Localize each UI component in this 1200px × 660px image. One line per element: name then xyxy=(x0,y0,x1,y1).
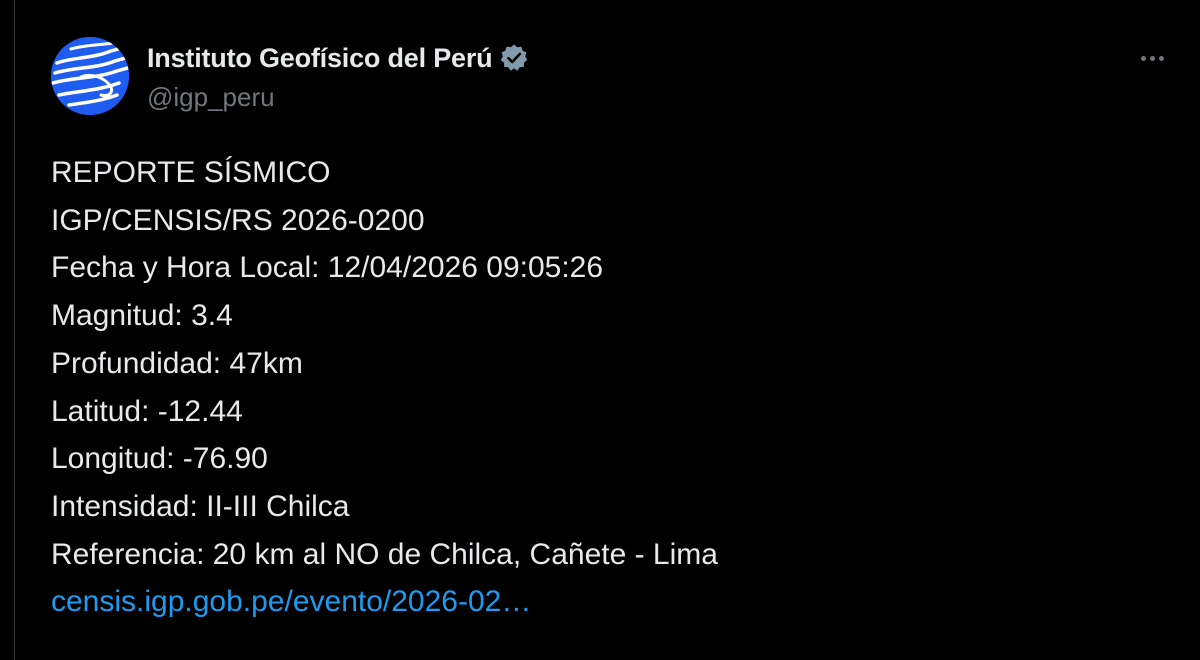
author-avatar[interactable] xyxy=(51,37,129,115)
igp-logo-icon xyxy=(51,37,129,115)
more-options-button[interactable] xyxy=(1134,40,1170,76)
tweet-line-depth: Profundidad: 47km xyxy=(51,346,303,380)
tweet-line-intensity: Intensidad: II-III Chilca xyxy=(51,489,350,523)
verified-badge-icon[interactable] xyxy=(499,43,529,73)
tweet-card[interactable]: Instituto Geofísico del Perú @igp_peru R… xyxy=(14,0,1200,660)
tweet-line-magnitude: Magnitud: 3.4 xyxy=(51,299,233,333)
event-link[interactable]: censis.igp.gob.pe/evento/2026-02… xyxy=(51,578,718,626)
tweet-line-title: REPORTE SÍSMICO xyxy=(51,156,331,189)
author-name-row: Instituto Geofísico del Perú xyxy=(147,40,529,76)
tweet-text: REPORTE SÍSMICO IGP/CENSIS/RS 2026-0200 … xyxy=(51,149,718,626)
tweet-line-longitude: Longitud: -76.90 xyxy=(51,442,268,476)
author-handle[interactable]: @igp_peru xyxy=(147,82,275,113)
tweet-line-reference: Referencia: 20 km al NO de Chilca, Cañet… xyxy=(51,537,718,571)
tweet-line-latitude: Latitud: -12.44 xyxy=(51,394,243,428)
author-display-name[interactable]: Instituto Geofísico del Perú xyxy=(147,43,493,74)
more-options-icon xyxy=(1140,55,1164,61)
tweet-line-datetime: Fecha y Hora Local: 12/04/2026 09:05:26 xyxy=(51,251,604,285)
tweet-line-report-id: IGP/CENSIS/RS 2026-0200 xyxy=(51,203,425,237)
